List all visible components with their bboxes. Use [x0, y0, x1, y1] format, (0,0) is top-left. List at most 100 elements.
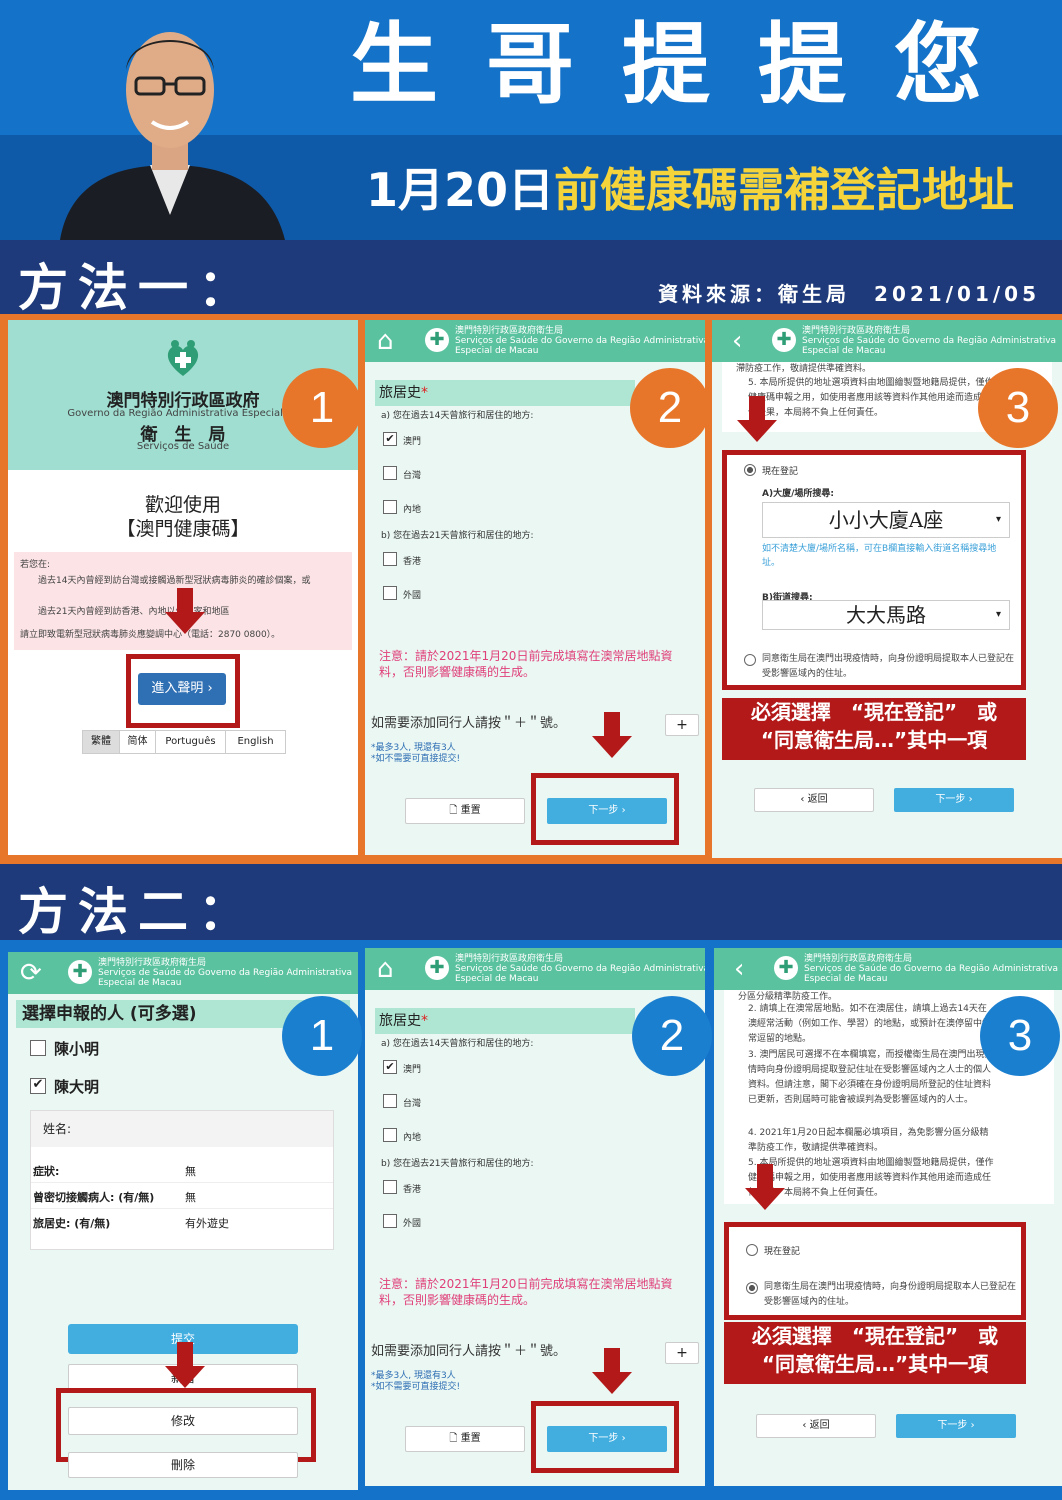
topbar-line1: 澳門特別行政區政府衛生局 — [802, 326, 911, 336]
topbar-line1: 澳門特別行政區政府衛生局 — [98, 958, 207, 968]
must-choose-label: 必須選擇 “現在登記” 或 “同意衛生局…”其中一項 — [722, 698, 1026, 760]
required-mark: * — [421, 385, 428, 401]
street-value: 大大馬路 — [846, 603, 926, 627]
refresh-icon[interactable]: ⟳ — [20, 958, 42, 988]
option-mainland: 內地 — [403, 505, 422, 515]
lang-trad[interactable]: 繁體 — [83, 731, 119, 753]
row-value: 無 — [185, 1191, 196, 1204]
next-button[interactable]: 下一步 › — [894, 788, 1014, 812]
checkbox-person-2[interactable]: ✔ — [30, 1078, 46, 1094]
checkbox-macau[interactable]: ✔ — [383, 1060, 397, 1074]
option-taiwan: 台灣 — [403, 1099, 422, 1109]
reset-button[interactable]: 🗋 重置 — [405, 798, 525, 824]
checkbox-taiwan[interactable] — [383, 466, 397, 480]
health-logo-icon: ✚ — [425, 328, 449, 352]
checkbox-mainland[interactable] — [383, 500, 397, 514]
subtitle-date: 1月20日 — [365, 163, 555, 217]
section-label: 旅居史 — [379, 1013, 421, 1029]
next-button[interactable]: 下一步 › — [896, 1414, 1016, 1438]
section-label: 旅居史 — [379, 385, 421, 401]
red-arrow-icon — [745, 1164, 785, 1210]
portrait-photo — [40, 0, 300, 240]
health-logo-icon: ✚ — [772, 328, 796, 352]
language-switch: 繁體 简体 Português English — [82, 730, 286, 754]
checkbox-taiwan[interactable] — [383, 1094, 397, 1108]
person-detail-card: 姓名: 症狀: 無 曾密切接觸病人: (有/無) 無 旅居史: (有/無) 有外遊史 — [30, 1110, 334, 1250]
health-logo-icon: ✚ — [68, 960, 92, 984]
info-line-4: 4. 2021年1月20日起本欄屬必填項目，為免影響分區分級精準防疫工作，敬請提… — [748, 1128, 989, 1153]
app-topbar: ⌂ ✚ 澳門特別行政區政府衛生局 Serviços de Saúde do Gov… — [365, 948, 705, 990]
note-optional: *如不需要可直接提交! — [371, 1382, 461, 1392]
checkbox-hongkong[interactable] — [383, 552, 397, 566]
method2-title: 方法二： — [18, 883, 258, 941]
question-b: b) 您在過去21天曾旅行和居住的地方: — [381, 531, 534, 541]
notice-bullet-1: 過去14天內曾經到訪台灣或接觸過新型冠狀病毒肺炎的確診個案，或 — [38, 576, 311, 586]
radio-consent[interactable] — [744, 654, 756, 666]
building-hint: 如不清楚大廈/場所名稱，可在B欄直接輸入街道名稱搜尋地址。 — [762, 544, 997, 568]
option-foreign: 外國 — [403, 1219, 422, 1229]
topbar-line1: 澳門特別行政區政府衛生局 — [804, 954, 913, 964]
next-button[interactable]: 下一步 › — [547, 1426, 667, 1452]
checkbox-mainland[interactable] — [383, 1128, 397, 1142]
radio-register-now[interactable] — [746, 1244, 758, 1256]
reset-button[interactable]: 🗋 重置 — [405, 1426, 525, 1452]
welcome-line1: 歡迎使用 — [144, 494, 221, 516]
building-select[interactable]: 小小大廈A座 ▾ — [762, 502, 1010, 538]
info-line-2: 2. 請填上在澳常居地點。如不在澳居住，請填上過去14天在澳經常活動（例如工作、… — [748, 1004, 992, 1044]
street-select[interactable]: 大大馬路 ▾ — [762, 600, 1010, 630]
checkbox-person-1[interactable] — [30, 1040, 46, 1056]
checkbox-foreign[interactable] — [383, 586, 397, 600]
lang-pt[interactable]: Português — [155, 731, 225, 753]
enter-declaration-button[interactable]: 進入聲明 › — [138, 673, 226, 705]
document-icon: 🗋 — [449, 805, 461, 816]
delete-button[interactable]: 刪除 — [68, 1452, 298, 1478]
topbar-line2: Serviços de Saúde do Governo da Região A… — [455, 336, 705, 356]
edit-button[interactable]: 修改 — [68, 1407, 298, 1435]
option-macau: 澳門 — [403, 1065, 422, 1075]
checkbox-macau[interactable]: ✔ — [383, 432, 397, 446]
lang-en[interactable]: English — [225, 731, 285, 753]
option-macau: 澳門 — [403, 437, 422, 447]
info-line-3: 3. 澳門居民可選擇不在本欄填寫，而授權衛生局在澳門出現疫情時向身份證明局提取登… — [748, 1050, 994, 1105]
must-line1: 必須選擇 “現在登記” 或 — [750, 700, 998, 724]
radio-register-now-label: 現在登記 — [762, 467, 799, 477]
header-banner: 生哥提提您 1月20日前健康碼需補登記地址 — [0, 0, 1062, 240]
person-1-name: 陳小明 — [54, 1040, 100, 1058]
back-chevron-icon[interactable]: ‹ — [734, 954, 744, 984]
checkbox-hongkong[interactable] — [383, 1180, 397, 1194]
row-label: 旅居史: (有/無) — [33, 1217, 111, 1230]
back-button[interactable]: ‹ 返回 — [756, 1414, 876, 1438]
health-logo-icon: ✚ — [774, 956, 798, 980]
home-icon[interactable]: ⌂ — [377, 954, 394, 984]
section-title: 旅居史* — [375, 1008, 635, 1034]
row-label: 症狀: — [33, 1165, 60, 1178]
red-arrow-icon — [165, 588, 205, 634]
option-taiwan: 台灣 — [403, 471, 422, 481]
lang-simp[interactable]: 简体 — [119, 731, 155, 753]
radio-register-now[interactable] — [744, 464, 756, 476]
back-button[interactable]: ‹ 返回 — [754, 788, 874, 812]
back-chevron-icon[interactable]: ‹ — [732, 326, 742, 356]
step-badge-3: 3 — [980, 996, 1060, 1076]
radio-consent[interactable] — [746, 1282, 758, 1294]
topbar-text: 澳門特別行政區政府衛生局 Serviços de Saúde do Governo… — [98, 958, 358, 988]
app-topbar: ‹ ✚ 澳門特別行政區政府衛生局 Serviços de Saúde do Gov… — [712, 320, 1062, 362]
info-line-2: 5. 本局所提供的地址選項資料由地圖繪製暨地籍局提供，僅作健康碼申報之用，如使用… — [748, 378, 994, 418]
note-optional: *如不需要可直接提交! — [371, 754, 461, 764]
row-value: 無 — [185, 1165, 196, 1178]
welcome-line2: 【澳門健康碼】 — [116, 518, 250, 540]
app-topbar: ⟳ ✚ 澳門特別行政區政府衛生局 Serviços de Saúde do Gov… — [8, 952, 358, 994]
banner-title: 生哥提提您 — [349, 13, 1030, 116]
next-button[interactable]: 下一步 › — [547, 798, 667, 824]
notice-head: 若您在: — [20, 560, 51, 570]
radio-consent-label: 同意衛生局在澳門出現疫情時，向身份證明局提取本人已登記在受影響區域內的住址。 — [764, 1282, 1017, 1307]
home-icon[interactable]: ⌂ — [377, 326, 394, 356]
step-badge-1: 1 — [282, 996, 362, 1076]
subtitle-highlight: 前健康碼需補登記地址 — [554, 163, 1015, 217]
add-companion-button[interactable]: + — [665, 714, 699, 736]
add-companion-button[interactable]: + — [665, 1342, 699, 1364]
required-mark: * — [421, 1013, 428, 1029]
step-badge-2: 2 — [630, 368, 710, 448]
checkbox-foreign[interactable] — [383, 1214, 397, 1228]
step-badge-1: 1 — [282, 368, 362, 448]
